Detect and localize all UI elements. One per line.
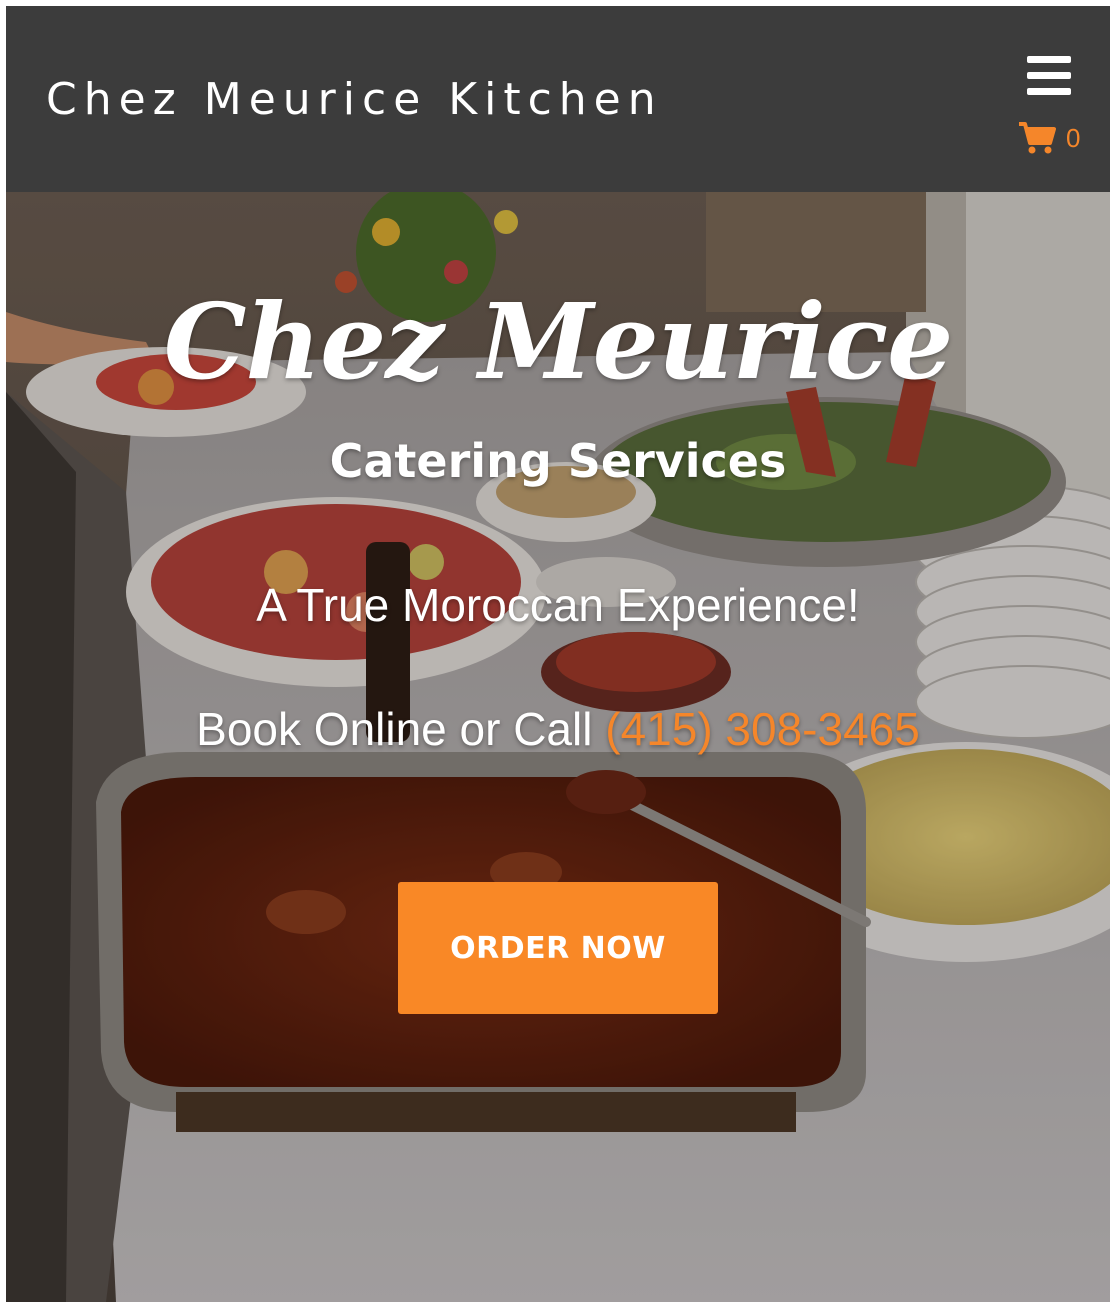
site-title[interactable]: Chez Meurice Kitchen — [46, 74, 663, 125]
menu-bar — [1027, 88, 1071, 95]
hamburger-menu-icon[interactable] — [1024, 54, 1074, 98]
menu-bar — [1027, 72, 1071, 79]
menu-bar — [1027, 56, 1071, 63]
page-frame: Chez Meurice Kitchen 0 Chez Meurice Cate… — [6, 6, 1110, 1302]
cart-button[interactable]: 0 — [1018, 118, 1080, 158]
shopping-cart-icon — [1019, 122, 1056, 154]
hero-tagline: A True Moroccan Experience! — [256, 579, 860, 631]
order-now-button[interactable]: ORDER NOW — [398, 882, 718, 1014]
phone-link[interactable]: (415) 308-3465 — [605, 703, 920, 755]
brand-script-logo: Chez Meurice — [163, 280, 954, 403]
brand-subtitle: Catering Services — [329, 434, 787, 488]
hero-section: Chez Meurice Catering Services A True Mo… — [6, 192, 1110, 1302]
booking-line: Book Online or Call (415) 308-3465 — [6, 702, 1110, 756]
booking-text: Book Online or Call — [196, 703, 606, 755]
cart-count: 0 — [1066, 122, 1081, 153]
site-header: Chez Meurice Kitchen 0 — [6, 6, 1110, 192]
